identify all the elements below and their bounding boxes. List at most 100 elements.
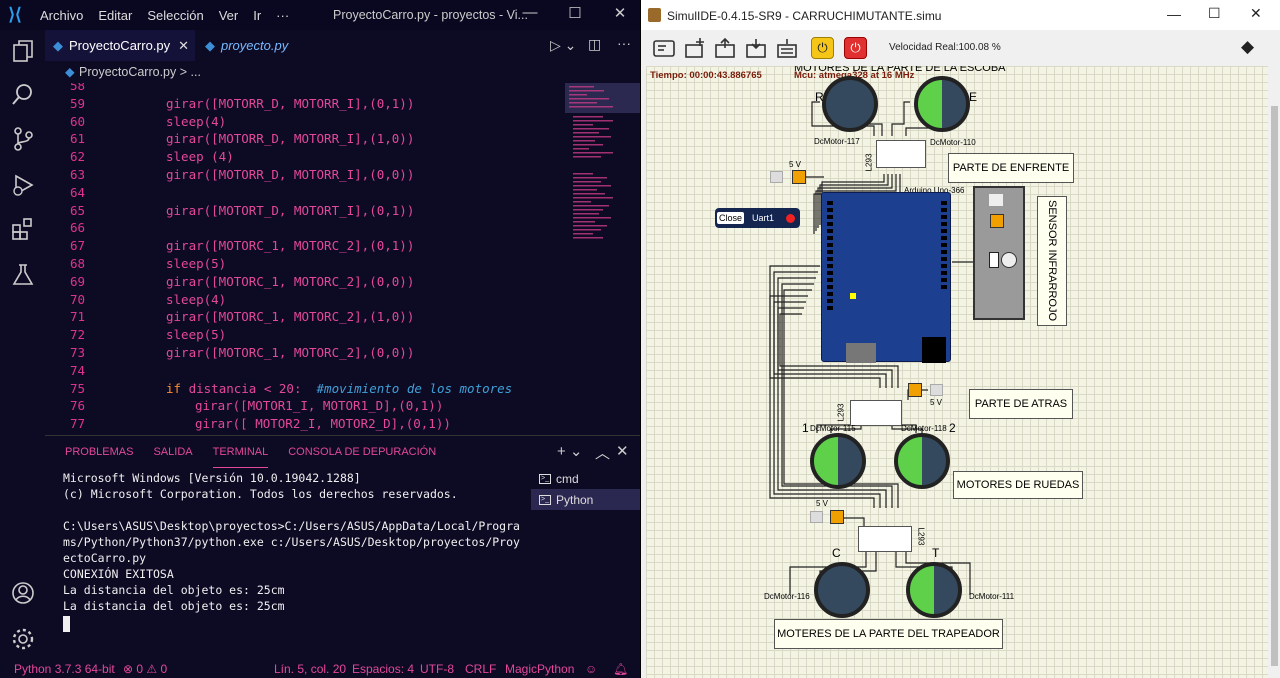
menu-editar[interactable]: Editar <box>98 8 132 23</box>
tab-problemas[interactable]: PROBLEMAS <box>65 436 133 468</box>
minimize-icon[interactable]: — <box>1167 6 1181 22</box>
terminal-line: La distancia del objeto es: 25cm <box>63 599 285 613</box>
simulide-toolbar: ⏻ ⏻ Velocidad Real:100.08 % ◆ <box>641 30 1280 65</box>
account-icon[interactable] <box>10 580 36 606</box>
split-editor-icon[interactable]: ◫ <box>588 36 601 53</box>
status-python[interactable]: Python 3.7.3 64-bit <box>14 662 115 676</box>
tab-terminal[interactable]: TERMINAL <box>212 436 269 468</box>
l293-driver-top[interactable] <box>876 140 926 168</box>
code-line[interactable]: sleep (4) <box>166 149 234 164</box>
code-line[interactable]: girar([MOTORC_1, MOTORC_2],(0,0)) <box>166 345 414 360</box>
sensor-switch[interactable] <box>989 194 1003 206</box>
power-5v-mid[interactable] <box>908 383 922 397</box>
tab-consola-depuracion[interactable]: CONSOLA DE DEPURACIÓN <box>288 436 436 468</box>
status-eol[interactable]: CRLF <box>465 662 496 676</box>
breadcrumb[interactable]: ◆ ProyectoCarro.py > ... <box>45 61 565 83</box>
more-actions-icon[interactable]: ··· <box>617 35 631 51</box>
code-line[interactable]: girar([MOTORT_D, MOTORT_I],(0,1)) <box>166 203 414 218</box>
code-line[interactable]: girar([ MOTOR2_I, MOTOR2_D],(0,1)) <box>195 416 451 431</box>
extensions-icon[interactable] <box>10 216 36 242</box>
close-icon[interactable]: ✕ <box>610 4 630 22</box>
power-switch[interactable] <box>770 171 783 183</box>
power-5v-top[interactable] <box>792 170 806 184</box>
testing-flask-icon[interactable] <box>10 262 36 288</box>
code-editor[interactable]: 58 59 girar([MOTORR_D, MOTORR_I],(0,1)) 60 s… <box>45 83 565 435</box>
status-language[interactable]: MagicPython <box>505 662 574 676</box>
code-line[interactable]: girar([MOTORC_1, MOTORC_2],(0,0)) <box>166 274 414 289</box>
power-switch[interactable] <box>810 511 823 523</box>
uart-label: Uart1 <box>752 213 775 223</box>
code-line[interactable]: girar([MOTORC_1, MOTORC_2],(1,0)) <box>166 309 414 324</box>
code-line[interactable]: girar([MOTORC_1, MOTORC_2],(0,1)) <box>166 238 414 253</box>
power-stop-icon[interactable]: ⏻ <box>844 37 867 59</box>
notifications-bell-icon[interactable]: 🔔︎ <box>613 662 628 676</box>
new-terminal-icon[interactable]: + ⌄ <box>557 442 583 460</box>
terminal-item-python[interactable]: >_ Python <box>531 489 640 510</box>
l293-driver-bottom[interactable] <box>858 526 912 552</box>
status-errors[interactable]: ⊗ 0 ⚠ 0 <box>123 662 167 676</box>
uart-close-button[interactable]: Close <box>717 212 745 224</box>
minimap[interactable] <box>565 83 640 435</box>
tab-proyectocarro[interactable]: ◆ ProyectoCarro.py ✕ <box>45 30 195 61</box>
code-line[interactable]: girar([MOTOR1_I, MOTOR1_D],(0,1)) <box>195 398 443 413</box>
dc-motor-117[interactable] <box>822 76 878 132</box>
power-5v-bottom[interactable] <box>830 510 844 524</box>
code-line[interactable]: girar([MOTORR_D, MOTORR_I],(1,0)) <box>166 131 414 146</box>
vertical-scrollbar[interactable] <box>1269 66 1280 678</box>
menu-ir[interactable]: Ir <box>253 8 261 23</box>
code-line[interactable]: sleep(4) <box>166 114 226 129</box>
settings-gear-icon[interactable] <box>10 626 36 652</box>
code-line[interactable]: sleep(4) <box>166 292 226 307</box>
l293-driver-mid[interactable] <box>850 400 902 426</box>
power-switch[interactable] <box>930 384 943 396</box>
close-icon[interactable]: ✕ <box>1250 5 1262 22</box>
scrollbar-thumb[interactable] <box>1271 106 1278 666</box>
minimize-icon[interactable]: — <box>520 4 540 21</box>
power-5v-sensor[interactable] <box>990 214 1004 228</box>
close-panel-icon[interactable]: ✕ <box>616 442 629 460</box>
status-encoding[interactable]: UTF-8 <box>420 662 454 676</box>
close-tab-icon[interactable]: ✕ <box>178 38 189 54</box>
dc-motor-118[interactable] <box>894 433 950 489</box>
maximize-icon[interactable]: ☐ <box>1208 5 1221 22</box>
search-icon[interactable] <box>10 82 36 108</box>
tab-proyecto[interactable]: ◆ proyecto.py <box>197 30 347 61</box>
terminal-output[interactable]: Microsoft Windows [Versión 10.0.19042.12… <box>63 470 525 632</box>
dc-motor-110[interactable] <box>914 76 970 132</box>
code-line[interactable]: sleep(5) <box>166 256 226 271</box>
run-python-file-icon[interactable]: ▷ ⌄ <box>550 37 576 54</box>
arduino-uno-board[interactable] <box>821 192 951 363</box>
info-icon[interactable]: ◆ <box>1241 37 1254 57</box>
dc-motor-111[interactable] <box>906 562 962 618</box>
terminal-line: CONEXIÓN EXITOSA <box>63 567 174 581</box>
menu-seleccion[interactable]: Selección <box>147 8 203 23</box>
menu-more[interactable]: ··· <box>276 8 289 23</box>
save-circuit-icon[interactable] <box>744 37 768 59</box>
source-control-icon[interactable] <box>10 126 36 152</box>
tab-salida[interactable]: SALIDA <box>153 436 192 468</box>
code-line[interactable]: girar([MOTORR_D, MOTORR_I],(0,1)) <box>166 96 414 111</box>
status-spaces[interactable]: Espacios: 4 <box>352 662 414 676</box>
code-line[interactable]: sleep(5) <box>166 327 226 342</box>
infrared-sensor[interactable] <box>973 186 1025 320</box>
maximize-icon[interactable]: ☐ <box>565 4 585 22</box>
feedback-icon[interactable]: ☺ <box>585 662 597 676</box>
new-circuit-icon[interactable] <box>683 37 707 59</box>
toggle-panel-icon[interactable] <box>652 37 676 59</box>
circuit-canvas[interactable]: Tiempo: 00:00:43.886765 Mcu: atmega328 a… <box>646 66 1268 678</box>
code-line[interactable]: girar([MOTORR_D, MOTORR_I],(0,0)) <box>166 167 414 182</box>
code-line[interactable]: if distancia < 20: #movimiento de los mo… <box>166 381 512 396</box>
menu-ver[interactable]: Ver <box>219 8 239 23</box>
menu-archivo[interactable]: Archivo <box>40 8 83 23</box>
pause-simulation-icon[interactable]: ⏻ <box>811 37 834 59</box>
status-position[interactable]: Lín. 5, col. 20 <box>274 662 346 676</box>
open-circuit-icon[interactable] <box>713 37 737 59</box>
terminal-item-cmd[interactable]: >_ cmd <box>531 468 640 489</box>
save-as-icon[interactable] <box>775 37 799 59</box>
dc-motor-116[interactable] <box>814 562 870 618</box>
run-debug-icon[interactable] <box>10 172 36 198</box>
dc-motor-115[interactable] <box>810 433 866 489</box>
driver-label: L293 <box>916 527 926 546</box>
maximize-panel-icon[interactable]: ︿ <box>595 442 610 463</box>
explorer-icon[interactable] <box>10 38 36 64</box>
